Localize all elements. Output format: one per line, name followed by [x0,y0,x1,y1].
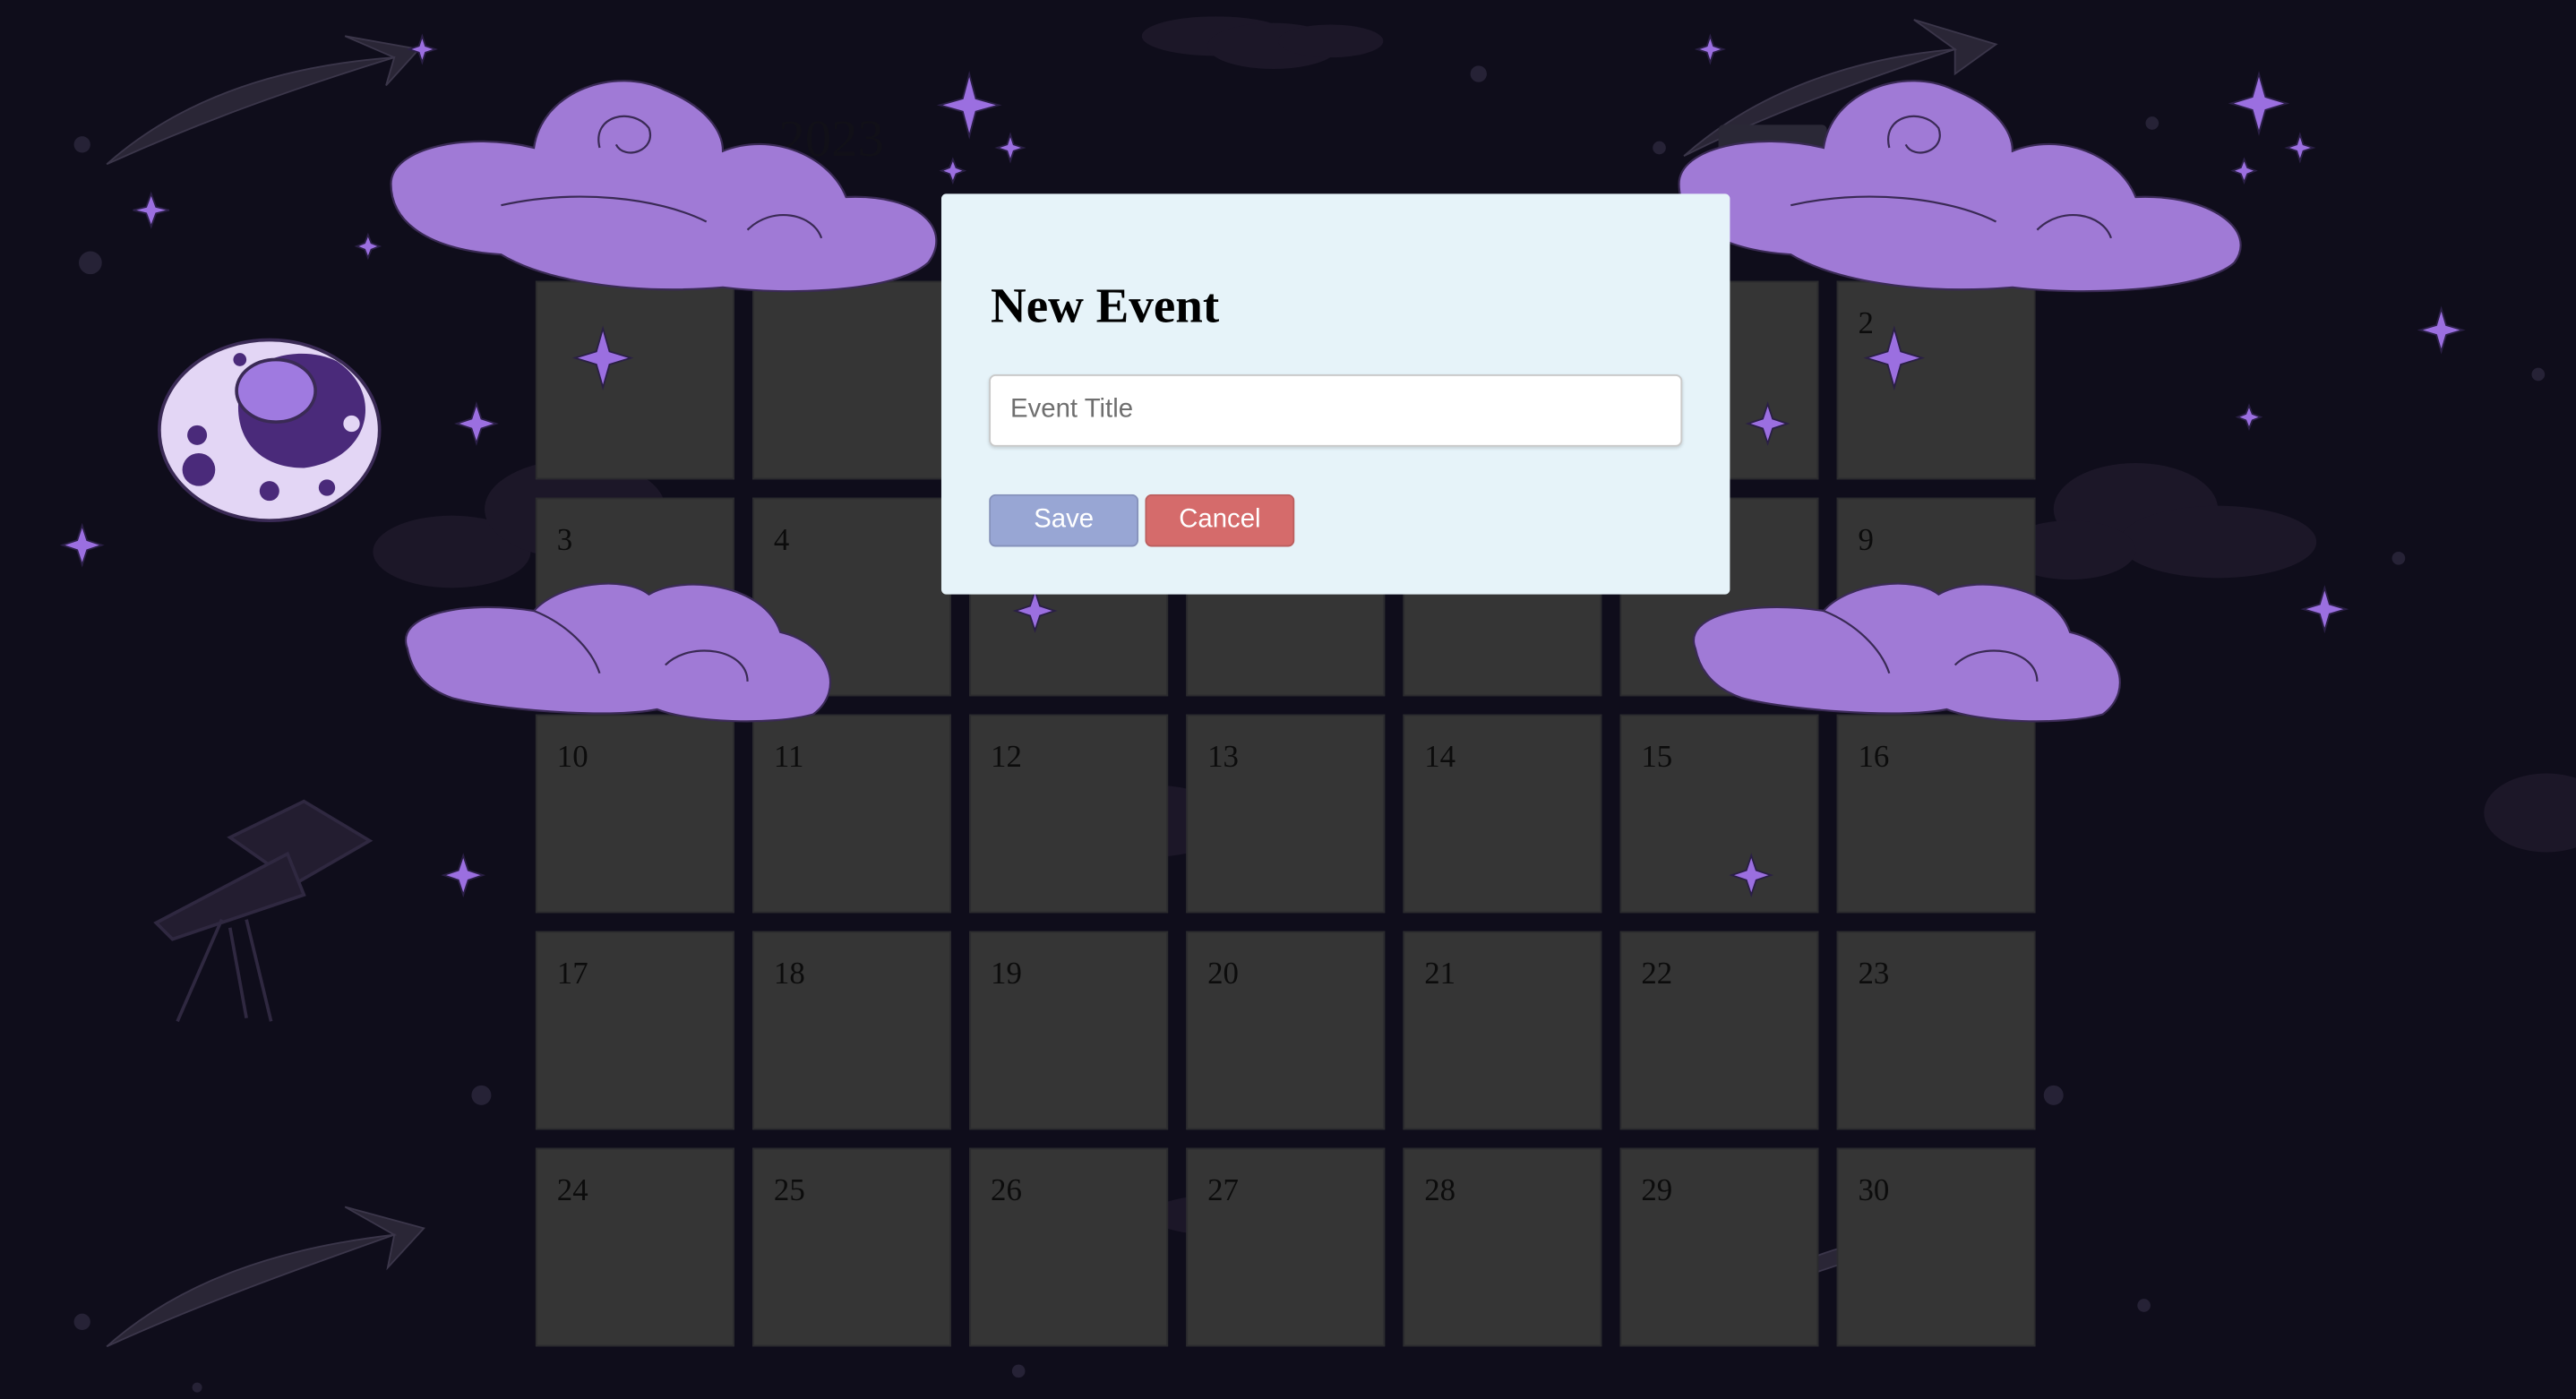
save-button[interactable]: Save [989,494,1139,547]
cancel-button[interactable]: Cancel [1145,494,1295,547]
calendar-page: 2023 2 3 4 9 10 11 12 13 14 15 16 17 18 19 20 21 22 23 24 2… [0,0,2576,1399]
dialog-title: New Event [991,279,1220,334]
moon-icon [158,338,382,522]
new-event-dialog: New Event Save Cancel [940,193,1730,595]
event-title-input[interactable] [989,373,1683,447]
